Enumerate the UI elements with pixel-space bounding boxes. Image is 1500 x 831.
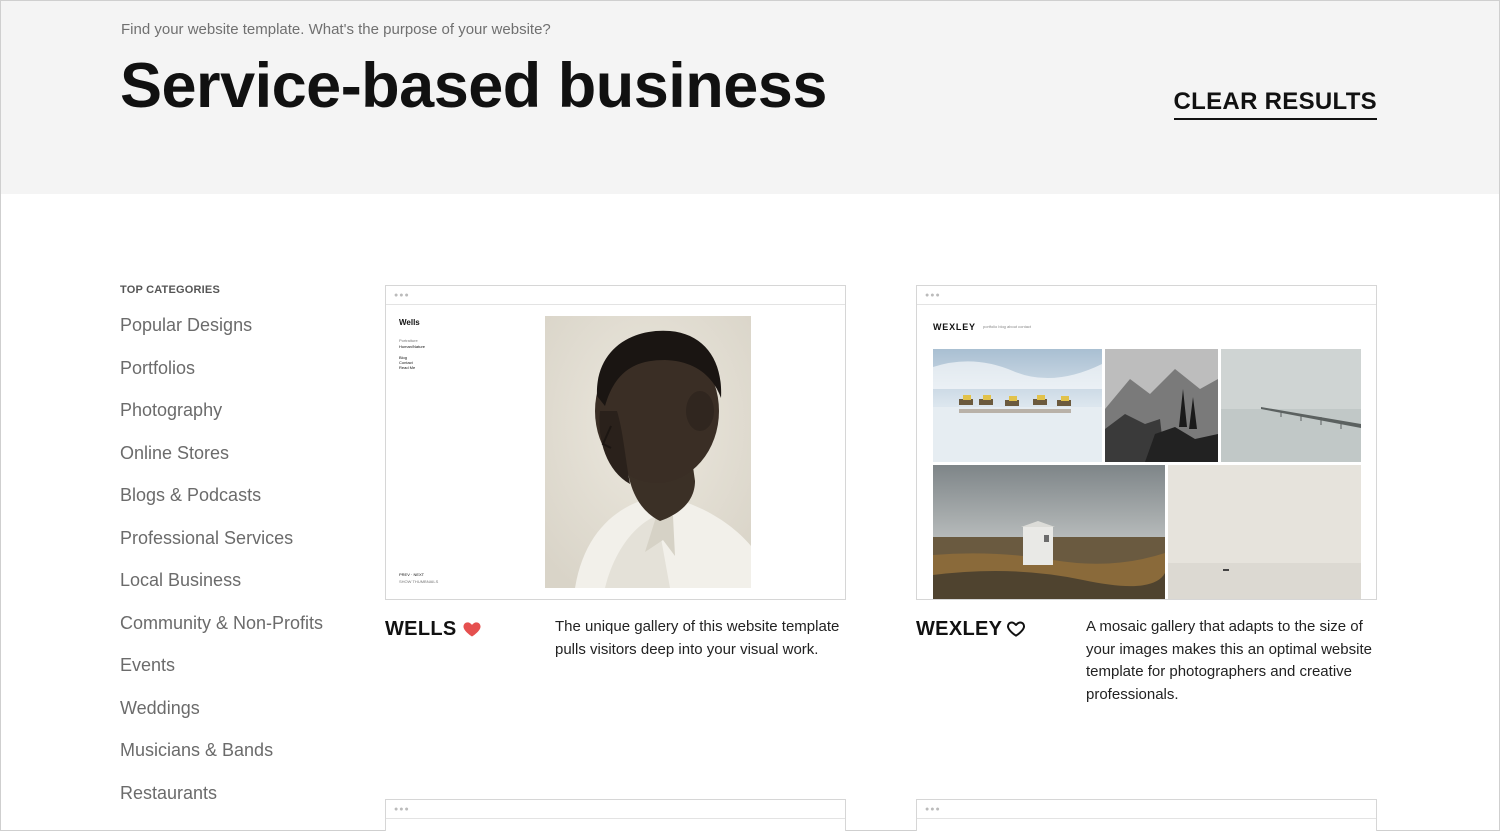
category-local-business[interactable]: Local Business [120, 569, 360, 612]
mosaic-photo-caravan [933, 349, 1102, 462]
page-title: Service-based business [120, 51, 827, 121]
wells-preview-link: Read Me [399, 365, 416, 371]
category-restaurants[interactable]: Restaurants [120, 782, 360, 825]
heart-outline-icon[interactable] [1006, 619, 1026, 639]
template-description: The unique gallery of this website templ… [555, 618, 840, 658]
category-list: Popular Designs Portfolios Photography O… [120, 314, 360, 824]
heart-filled-icon[interactable] [462, 619, 482, 639]
wells-preview-brand: Wells [399, 318, 420, 327]
category-events[interactable]: Events [120, 654, 360, 697]
template-card-wells: ●●● Wells Portraiture Human/Nature Blog … [385, 285, 846, 726]
wells-preview-thumbs-link: SHOW THUMBNAILS [399, 578, 439, 584]
browser-bar: ●●● [386, 286, 845, 305]
category-popular-designs[interactable]: Popular Designs [120, 314, 360, 357]
mosaic-photo-hut [933, 465, 1165, 599]
category-blogs-podcasts[interactable]: Blogs & Podcasts [120, 484, 360, 527]
template-preview-wells[interactable]: ●●● Wells Portraiture Human/Nature Blog … [385, 285, 846, 600]
template-preview-wexley[interactable]: ●●● WEXLEY portfolio blog about contact [916, 285, 1377, 600]
wells-preview-nav: Wells Portraiture Human/Nature Blog Cont… [399, 318, 425, 370]
mosaic-photo-coast [1105, 349, 1218, 462]
template-name[interactable]: WELLS [385, 618, 457, 641]
category-online-stores[interactable]: Online Stores [120, 442, 360, 485]
mosaic-photo-sea [1168, 465, 1361, 599]
template-meta-wells: WELLS The unique gallery of this website… [385, 616, 846, 726]
sidebar-heading: TOP CATEGORIES [120, 284, 220, 296]
category-weddings[interactable]: Weddings [120, 697, 360, 740]
window-dots-icon: ●●● [394, 292, 410, 299]
category-sidebar: TOP CATEGORIES Popular Designs Portfolio… [120, 284, 360, 824]
category-portfolios[interactable]: Portfolios [120, 357, 360, 400]
wells-portrait-image [545, 316, 751, 588]
template-name[interactable]: WEXLEY [916, 618, 1002, 641]
template-card-partial: ●●● [916, 799, 1377, 831]
category-photography[interactable]: Photography [120, 399, 360, 442]
wexley-preview-nav: WEXLEY portfolio blog about contact [933, 322, 1031, 332]
wells-preview-nav-item: Human/Nature [399, 343, 426, 349]
template-card-wexley: ●●● WEXLEY portfolio blog about contact [916, 285, 1377, 726]
window-dots-icon: ●●● [394, 806, 410, 813]
category-community-nonprofits[interactable]: Community & Non-Profits [120, 612, 360, 655]
template-meta-wexley: WEXLEY A mosaic gallery that adapts to t… [916, 616, 1377, 726]
mosaic-photo-pier [1221, 349, 1361, 462]
clear-results-link[interactable]: CLEAR RESULTS [1173, 88, 1377, 120]
browser-bar: ●●● [917, 286, 1376, 305]
category-musicians-bands[interactable]: Musicians & Bands [120, 739, 360, 782]
browser-bar: ●●● [386, 800, 845, 819]
template-preview-partial[interactable]: ●●● [916, 799, 1377, 831]
browser-bar: ●●● [917, 800, 1376, 819]
wells-preview-footer: PREV · NEXT SHOW THUMBNAILS [399, 572, 438, 585]
window-dots-icon: ●●● [925, 806, 941, 813]
template-description: A mosaic gallery that adapts to the size… [1086, 618, 1372, 703]
wexley-preview-brand: WEXLEY [933, 322, 976, 332]
wexley-preview-links: portfolio blog about contact [983, 324, 1032, 329]
search-header: Find your website template. What's the p… [1, 1, 1499, 194]
purpose-prompt: Find your website template. What's the p… [121, 21, 551, 38]
window-dots-icon: ●●● [925, 292, 941, 299]
category-professional-services[interactable]: Professional Services [120, 527, 360, 570]
template-preview-partial[interactable]: ●●● [385, 799, 846, 831]
template-card-partial: ●●● [385, 799, 846, 831]
